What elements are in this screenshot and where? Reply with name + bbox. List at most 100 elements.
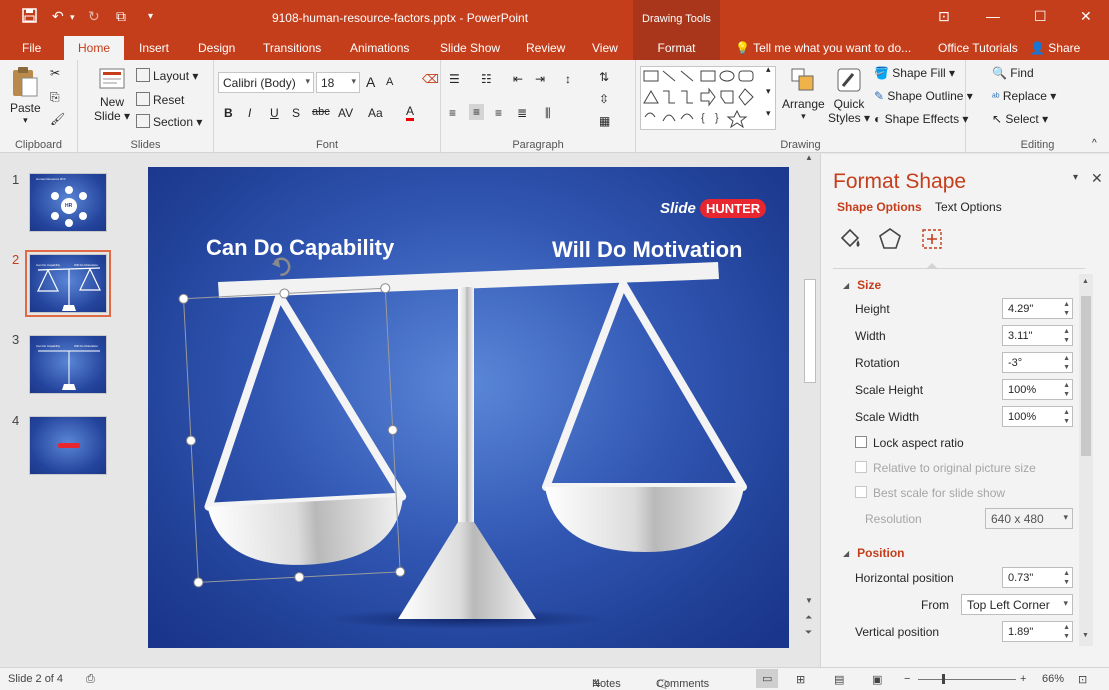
resolution-select[interactable]: 640 x 480 (985, 508, 1073, 529)
spell-check-icon[interactable]: ⎙ (86, 673, 95, 686)
horizontal-position-input[interactable]: 0.73" ▲ ▼ (1002, 567, 1073, 588)
decrease-indent-icon[interactable]: ⇤ (513, 72, 523, 86)
spinner-arrows-icon[interactable]: ▲ ▼ (1063, 408, 1070, 426)
font-color-button[interactable]: A (406, 104, 415, 121)
zoom-slider-handle[interactable] (942, 674, 945, 684)
tab-home[interactable]: Home (64, 36, 125, 60)
undo-dropdown-icon[interactable]: ▾ (70, 12, 75, 23)
paste-button[interactable]: Paste ▾ (10, 66, 41, 126)
align-right-icon[interactable]: ≡ (495, 106, 502, 120)
gallery-down-icon[interactable]: ▾ (766, 86, 771, 97)
shapes-gallery[interactable]: {} (640, 66, 776, 130)
width-input[interactable]: 3.11" ▲ ▼ (1002, 325, 1073, 346)
tab-review[interactable]: Review (526, 41, 565, 55)
tell-me-search[interactable]: 💡 Tell me what you want to do... (735, 41, 911, 55)
slide-scrollbar[interactable]: ▲ ▼ ⏶ ⏷ (802, 153, 818, 648)
reading-view-icon[interactable]: ▤ (834, 673, 844, 686)
share-button[interactable]: 👤 Share (1030, 41, 1080, 55)
strikethrough-button[interactable]: abc (312, 106, 330, 118)
character-spacing-button[interactable]: AV (338, 106, 353, 120)
scale-height-input[interactable]: 100% ▲ ▼ (1002, 379, 1073, 400)
section-button[interactable]: Section ▾ (136, 114, 202, 129)
zoom-slider[interactable] (918, 679, 1016, 680)
fill-line-icon[interactable] (837, 226, 863, 252)
scale-width-input[interactable]: 100% ▲ ▼ (1002, 406, 1073, 427)
select-button[interactable]: ↖ Select ▾ (992, 112, 1048, 126)
scrollbar-thumb[interactable] (804, 279, 816, 383)
zoom-in-icon[interactable]: + (1020, 673, 1026, 685)
tab-text-options[interactable]: Text Options (935, 200, 1002, 214)
grow-font-button[interactable]: A (366, 74, 375, 90)
tab-slide-show[interactable]: Slide Show (440, 41, 500, 55)
copy-icon[interactable]: ⎘ (50, 90, 60, 105)
slide-thumbnail-4[interactable] (29, 416, 107, 475)
collapse-ribbon-icon[interactable]: ^ (1092, 138, 1097, 149)
office-tutorials-tab[interactable]: Office Tutorials (938, 41, 1018, 55)
pane-close-icon[interactable]: ✕ (1091, 170, 1103, 187)
replace-button[interactable]: ᵃᵇ Replace ▾ (992, 89, 1056, 103)
text-shadow-button[interactable]: S (292, 106, 300, 120)
tab-insert[interactable]: Insert (139, 41, 169, 55)
spinner-arrows-icon[interactable]: ▲ ▼ (1063, 569, 1070, 587)
smartart-icon[interactable]: ▦ (599, 114, 610, 128)
relative-original-checkbox[interactable] (855, 461, 867, 473)
line-spacing-icon[interactable]: ↕ (565, 72, 571, 86)
find-button[interactable]: 🔍 Find (992, 66, 1034, 80)
cut-icon[interactable]: ✂ (50, 66, 60, 80)
bold-button[interactable]: B (224, 106, 233, 120)
gallery-up-icon[interactable]: ▴ (766, 64, 771, 75)
pane-scroll-up-icon[interactable]: ▲ (1082, 278, 1089, 285)
horizontal-from-select[interactable]: Top Left Corner (961, 594, 1073, 615)
zoom-level[interactable]: 66% (1042, 673, 1064, 685)
slide-thumbnail-3[interactable]: Can Do Capability Will Do Motivation (29, 335, 107, 394)
arrange-button[interactable]: Arrange ▾ (782, 66, 825, 122)
justify-icon[interactable]: ≣ (517, 106, 527, 120)
italic-button[interactable]: I (248, 106, 251, 120)
pane-scroll-down-icon[interactable]: ▼ (1082, 632, 1089, 639)
pane-scrollbar[interactable]: ▲ ▼ (1079, 274, 1093, 646)
slide-thumbnail-1[interactable]: Human Resource ROI HR (29, 173, 107, 232)
tab-format[interactable]: Format (633, 36, 720, 60)
redo-icon[interactable]: ↻ (88, 8, 100, 25)
align-text-icon[interactable]: ⇳ (599, 92, 609, 106)
text-direction-icon[interactable]: ⇅ (599, 70, 609, 84)
bullets-icon[interactable]: ☰ (449, 72, 460, 86)
align-left-icon[interactable]: ≡ (449, 106, 456, 120)
tab-design[interactable]: Design (198, 41, 235, 55)
close-icon[interactable]: ✕ (1080, 8, 1092, 25)
normal-view-icon[interactable]: ▭ (756, 669, 779, 688)
shape-effects-button[interactable]: ◐ Shape Effects ▾ (874, 112, 968, 126)
scroll-up-icon[interactable]: ▲ (805, 153, 813, 162)
slide-canvas[interactable]: Slide HUNTER Can Do Capability Will Do M… (148, 167, 789, 648)
layout-button[interactable]: Layout ▾ (136, 68, 198, 83)
center-icon[interactable]: ≡ (469, 104, 485, 120)
underline-button[interactable]: U (270, 106, 279, 120)
quick-styles-button[interactable]: Quick Styles ▾ (828, 66, 870, 125)
maximize-icon[interactable]: ☐ (1034, 8, 1047, 25)
previous-slide-icon[interactable]: ⏶ (805, 612, 812, 623)
next-slide-icon[interactable]: ⏷ (805, 627, 812, 638)
fit-slide-icon[interactable]: ⊡ (1078, 673, 1087, 686)
ribbon-display-options-icon[interactable]: ⊡ (938, 8, 950, 25)
tab-view[interactable]: View (592, 41, 618, 55)
tab-animations[interactable]: Animations (350, 41, 409, 55)
font-size-combo[interactable]: 18 (316, 72, 360, 93)
rotation-input[interactable]: -3° ▲ ▼ (1002, 352, 1073, 373)
slide-thumbnail-2[interactable]: Can Do Capability Will Do Motivation (25, 250, 111, 317)
pane-scrollbar-thumb[interactable] (1081, 296, 1091, 456)
spinner-arrows-icon[interactable]: ▲ ▼ (1063, 354, 1070, 372)
start-from-beginning-icon[interactable]: ⧉ (116, 8, 126, 25)
format-painter-icon[interactable]: 🖌 (50, 112, 65, 126)
spinner-arrows-icon[interactable]: ▲ ▼ (1063, 381, 1070, 399)
zoom-out-icon[interactable]: − (904, 673, 910, 685)
spinner-arrows-icon[interactable]: ▲ ▼ (1063, 327, 1070, 345)
scroll-down-icon[interactable]: ▼ (805, 596, 813, 605)
size-section-header[interactable]: Size (843, 278, 881, 292)
pane-options-icon[interactable]: ▾ (1073, 172, 1078, 183)
save-icon[interactable] (22, 8, 37, 26)
increase-indent-icon[interactable]: ⇥ (535, 72, 545, 86)
reset-button[interactable]: Reset (136, 92, 184, 107)
numbering-icon[interactable]: ☷ (481, 72, 492, 86)
gallery-more-icon[interactable]: ▾ (766, 108, 771, 119)
height-input[interactable]: 4.29" ▲ ▼ (1002, 298, 1073, 319)
